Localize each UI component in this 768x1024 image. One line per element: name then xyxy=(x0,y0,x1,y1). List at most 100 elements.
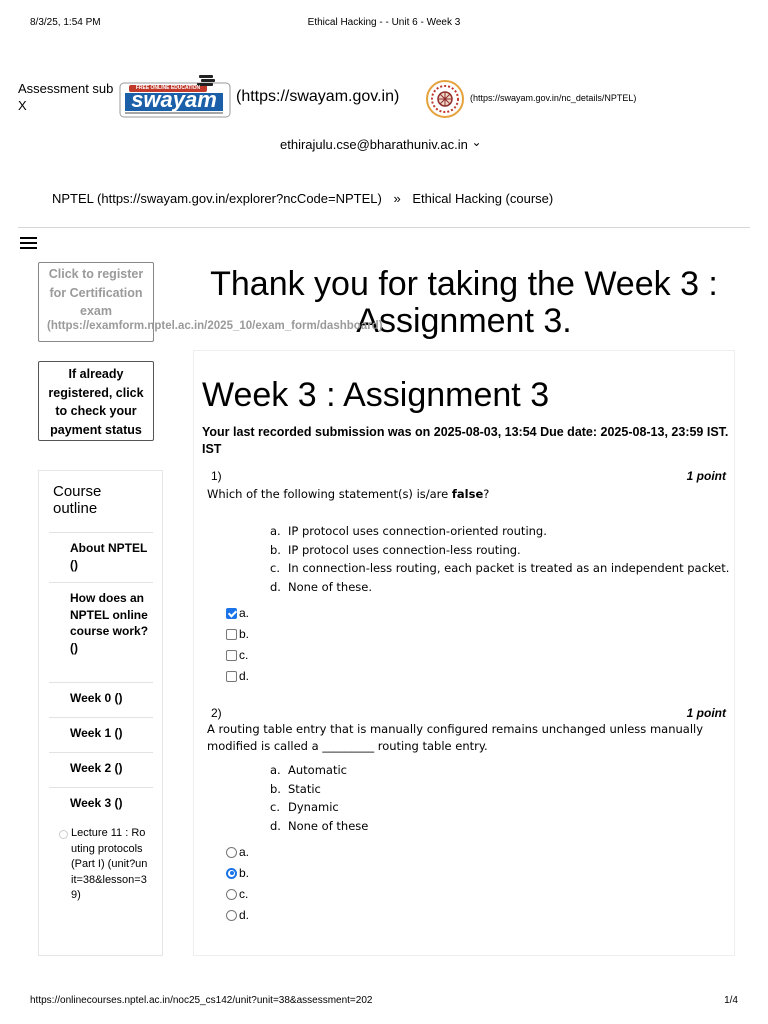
choice-row[interactable]: c. xyxy=(226,647,249,663)
print-url: https://onlinecourses.nptel.ac.in/noc25_… xyxy=(30,995,373,1006)
sidebar-item-week-1[interactable]: Week 1 () xyxy=(49,717,153,752)
checkbox[interactable] xyxy=(226,628,237,640)
question-text: A routing table entry that is manually c… xyxy=(207,722,704,753)
choice-row[interactable]: c. xyxy=(226,886,249,902)
question-number: 1) xyxy=(211,469,222,483)
close-icon[interactable]: X xyxy=(18,97,122,114)
choice-row[interactable]: b. xyxy=(226,865,249,881)
option-letter: d. xyxy=(270,579,281,594)
option-row: a. Automatic xyxy=(270,761,570,780)
option-text: None of these. xyxy=(288,579,372,594)
sidebar-item-week-2[interactable]: Week 2 () xyxy=(49,752,153,787)
option-row: b. IP protocol uses connection-less routi… xyxy=(270,541,730,560)
register-exam-url[interactable]: (https://examform.nptel.ac.in/2025_10/ex… xyxy=(47,320,383,332)
breadcrumb-nptel-link[interactable]: NPTEL (https://swayam.gov.in/explorer?nc… xyxy=(52,191,382,206)
question-number: 2) xyxy=(211,706,222,720)
option-row: c. In connection-less routing, each packe… xyxy=(270,559,730,578)
assessment-submitted-banner: Assessment sub X xyxy=(18,80,122,114)
user-menu[interactable]: ethirajulu.cse@bharathuniv.ac.in ⌄ xyxy=(280,135,482,152)
question-text-part: Which of the following statement(s) is/a… xyxy=(207,487,452,501)
choice-row[interactable]: b. xyxy=(226,626,249,642)
option-text: IP protocol uses connection-oriented rou… xyxy=(288,524,547,538)
sidebar-lecture-11[interactable]: Lecture 11 : Routing protocols (Part I) … xyxy=(59,826,149,904)
option-letter: c. xyxy=(270,561,280,575)
option-row: a. IP protocol uses connection-oriented r… xyxy=(270,522,730,541)
option-letter: d. xyxy=(270,818,281,833)
breadcrumb: NPTEL (https://swayam.gov.in/explorer?nc… xyxy=(52,191,553,206)
register-line: for Certification xyxy=(49,285,143,300)
breadcrumb-separator: » xyxy=(393,191,401,206)
nptel-logo-icon[interactable] xyxy=(425,79,465,119)
choice-label: a. xyxy=(239,845,250,859)
payment-line: payment status xyxy=(50,422,142,437)
answer-choices: a. b. c. d. xyxy=(226,844,249,923)
choice-label: d. xyxy=(239,669,250,683)
question-text-part: ? xyxy=(483,487,490,501)
option-letter: b. xyxy=(270,781,281,796)
course-outline: Course outline About NPTEL () How does a… xyxy=(38,470,163,956)
checkbox[interactable] xyxy=(226,607,237,619)
option-row: d. None of these. xyxy=(270,578,730,597)
radio-button[interactable] xyxy=(226,846,237,858)
register-line: Click to register xyxy=(48,267,144,281)
assessment-sub-text: Assessment sub xyxy=(18,81,114,96)
option-row: c. Dynamic xyxy=(270,798,570,817)
radio-button[interactable] xyxy=(226,888,237,900)
option-letter: c. xyxy=(270,800,280,814)
check-payment-status-button[interactable]: If already registered, click to check yo… xyxy=(38,361,154,441)
choice-label: c. xyxy=(239,648,249,662)
choice-label: c. xyxy=(239,887,249,901)
sidebar-item-about-nptel[interactable]: About NPTEL () xyxy=(49,532,153,582)
radio-button[interactable] xyxy=(226,909,237,921)
nptel-details-link[interactable]: (https://swayam.gov.in/nc_details/NPTEL) xyxy=(470,93,636,103)
user-email: ethirajulu.cse@bharathuniv.ac.in xyxy=(280,137,468,152)
option-text: Automatic xyxy=(288,763,347,777)
option-row: b. Static xyxy=(270,780,570,799)
choice-label: d. xyxy=(239,908,250,922)
lecture-status-icon xyxy=(59,830,68,839)
option-letter: a. xyxy=(270,763,281,777)
question-points: 1 point xyxy=(686,706,726,720)
question-options: a. IP protocol uses connection-oriented r… xyxy=(270,522,730,596)
option-row: d. None of these xyxy=(270,817,570,836)
swayam-logo-text: swayam xyxy=(131,87,217,112)
choice-row[interactable]: a. xyxy=(226,844,249,860)
question-text: Which of the following statement(s) is/a… xyxy=(207,486,727,503)
print-doc-title: Ethical Hacking - - Unit 6 - Week 3 xyxy=(307,17,461,28)
hamburger-menu-icon[interactable] xyxy=(20,235,37,249)
option-letter: b. xyxy=(270,542,281,557)
course-outline-title: Course outline xyxy=(53,483,102,517)
choice-row[interactable]: a. xyxy=(226,605,249,621)
sidebar-item-how-course-works[interactable]: How does an NPTEL online course work? () xyxy=(49,582,153,682)
checkbox[interactable] xyxy=(226,649,237,661)
header-divider xyxy=(18,227,750,228)
submission-status: Your last recorded submission was on 202… xyxy=(202,425,729,456)
option-text: None of these xyxy=(288,818,369,833)
swayam-link[interactable]: (https://swayam.gov.in) xyxy=(236,88,399,106)
question-text-emphasis: false xyxy=(451,487,484,501)
breadcrumb-course-link[interactable]: Ethical Hacking (course) xyxy=(412,191,553,206)
page-title: Week 3 : Assignment 3 xyxy=(202,376,550,414)
register-line: exam xyxy=(80,304,112,318)
choice-row[interactable]: d. xyxy=(226,668,249,684)
choice-row[interactable]: d. xyxy=(226,907,249,923)
option-text: Static xyxy=(288,781,321,796)
payment-line: registered, click xyxy=(48,385,144,400)
option-text: IP protocol uses connection-less routing… xyxy=(288,542,521,557)
payment-line: If already xyxy=(68,367,124,381)
checkbox[interactable] xyxy=(226,670,237,682)
sidebar-item-week-3[interactable]: Week 3 () xyxy=(49,787,153,822)
question-points: 1 point xyxy=(686,469,726,483)
option-text: In connection-less routing, each packet … xyxy=(288,561,730,575)
payment-line: to check your xyxy=(55,404,137,418)
swayam-logo[interactable]: FREE ONLINE EDUCATION swayam xyxy=(119,75,231,119)
sidebar-item-week-0[interactable]: Week 0 () xyxy=(49,682,153,717)
choice-label: b. xyxy=(239,866,250,880)
question-options: a. Automatic b. Static c. Dynamic d. None of… xyxy=(270,761,570,835)
print-page-number: 1/4 xyxy=(724,995,738,1006)
radio-button[interactable] xyxy=(226,867,237,879)
choice-label: b. xyxy=(239,627,250,641)
choice-label: a. xyxy=(239,606,250,620)
lecture-label: Lecture 11 : Routing protocols (Part I) … xyxy=(71,827,148,901)
option-text: Dynamic xyxy=(288,800,339,814)
